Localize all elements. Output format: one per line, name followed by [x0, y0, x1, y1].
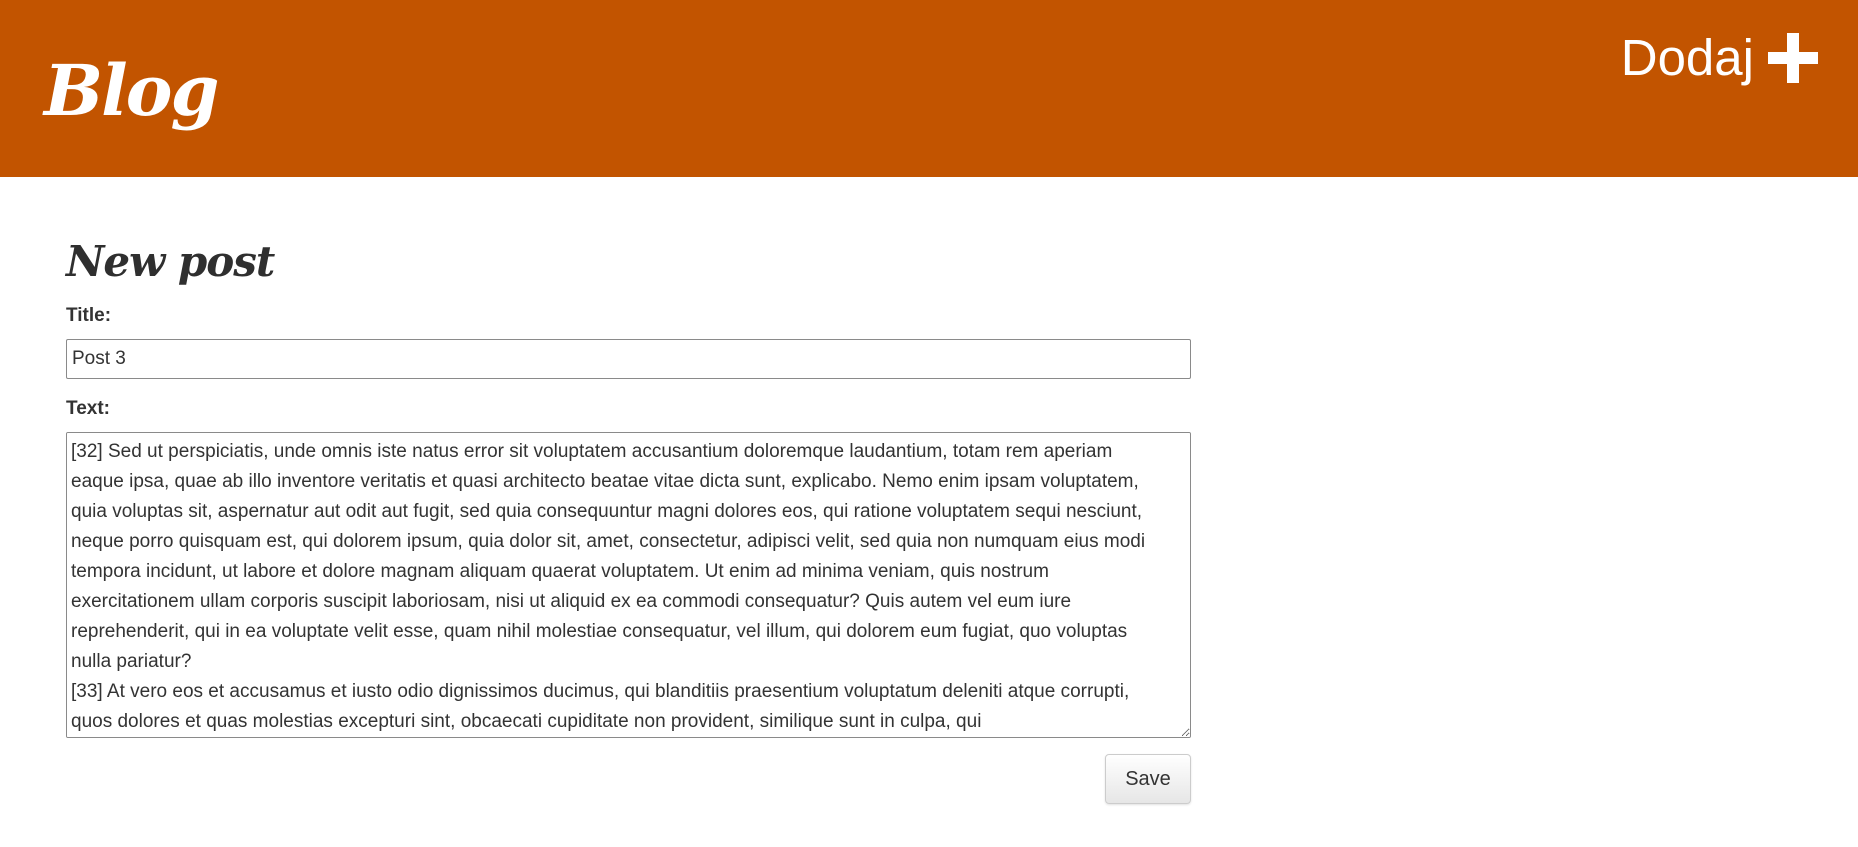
plus-icon [1768, 33, 1818, 83]
page-title: New post [66, 237, 275, 286]
save-button[interactable]: Save [1105, 754, 1191, 804]
title-label: Title: [66, 305, 112, 326]
site-header: Blog Dodaj [0, 0, 1858, 177]
brand-logo-link[interactable]: Blog [44, 46, 219, 136]
text-textarea[interactable]: [32] Sed ut perspiciatis, unde omnis ist… [66, 432, 1191, 738]
form-actions: Save [66, 754, 1191, 806]
title-input[interactable] [66, 339, 1191, 379]
text-label: Text: [66, 398, 110, 419]
post-form-container: New post Title: Text: [32] Sed ut perspi… [66, 232, 1192, 806]
add-post-link[interactable]: Dodaj [1621, 28, 1818, 88]
add-post-label: Dodaj [1620, 29, 1754, 86]
